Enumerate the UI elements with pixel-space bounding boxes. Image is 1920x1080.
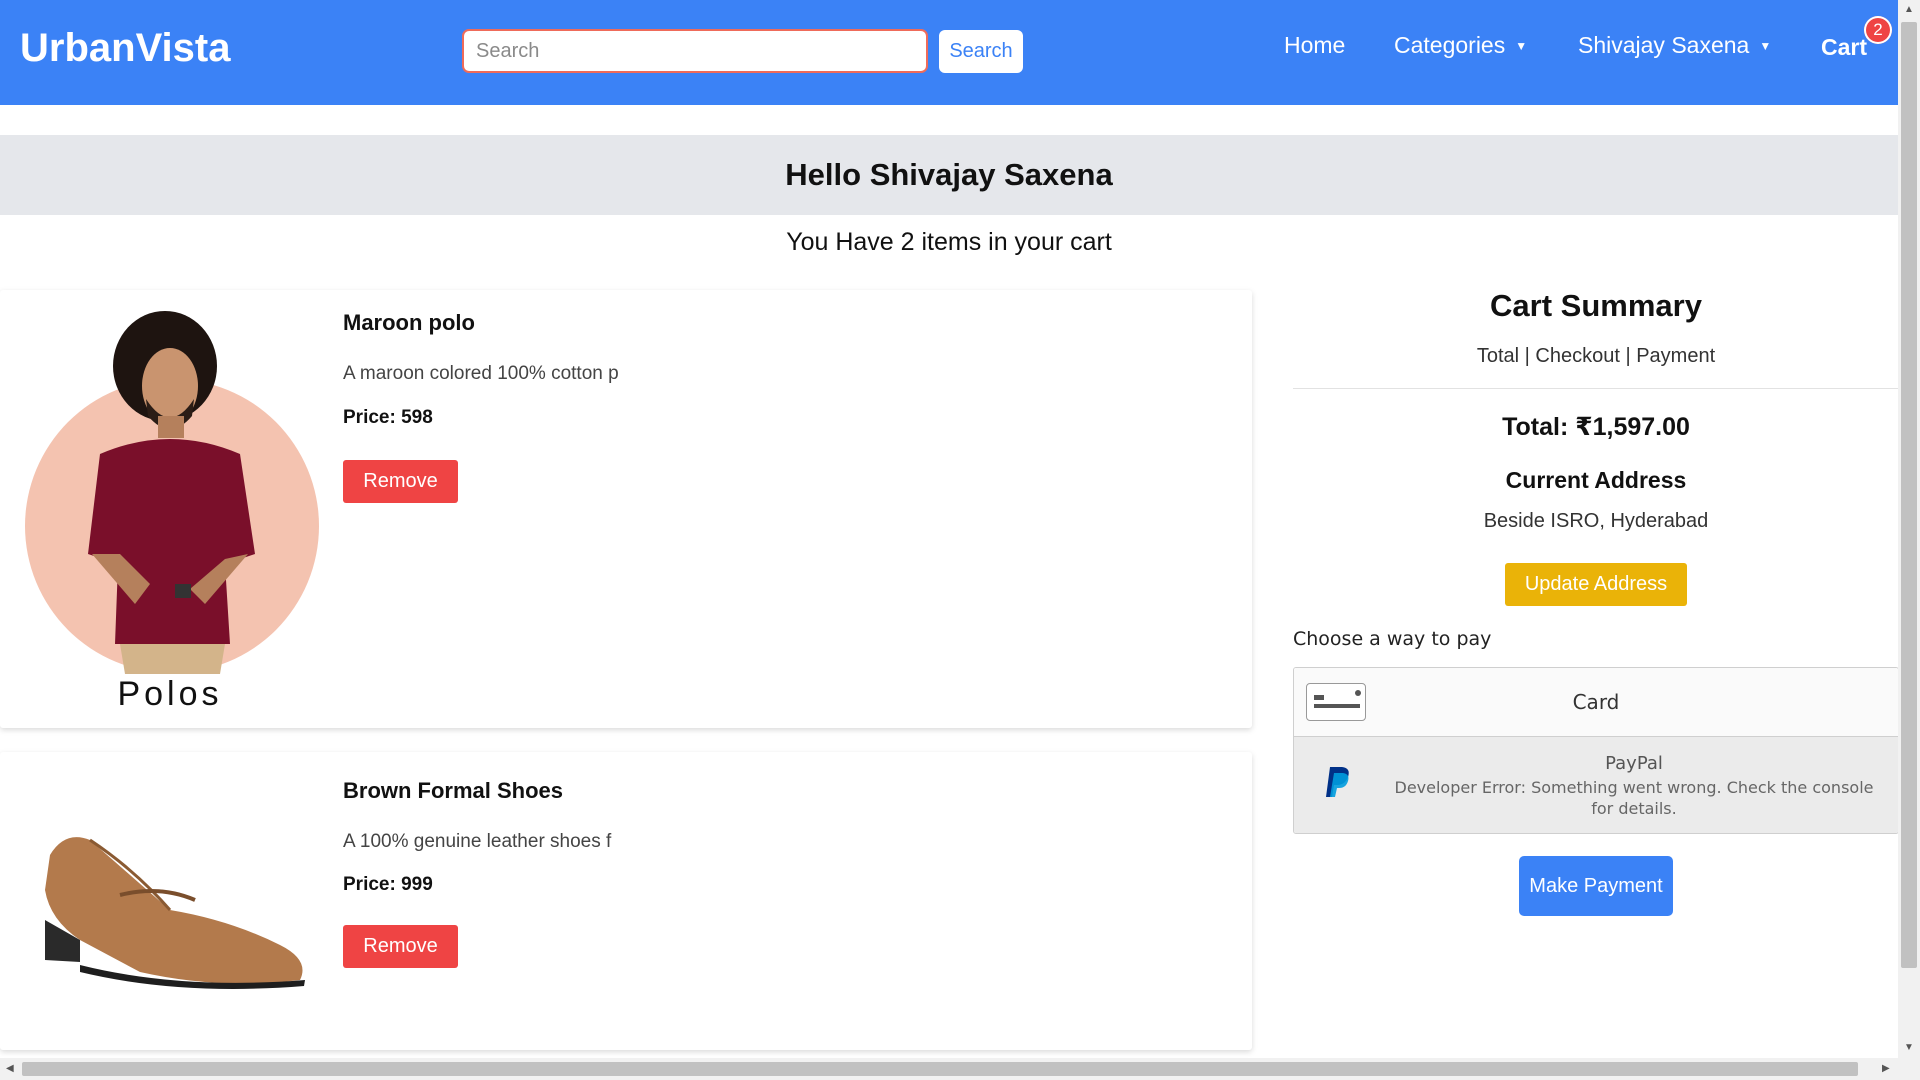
scroll-left-icon[interactable]: ◀ xyxy=(6,1063,14,1074)
cart-count-text: You Have 2 items in your cart xyxy=(786,228,1112,256)
scroll-up-icon[interactable]: ▲ xyxy=(1904,4,1914,15)
maroon-polo-image xyxy=(25,311,319,674)
nav-categories-label: Categories xyxy=(1394,32,1506,58)
nav-cart-label: Cart xyxy=(1821,34,1868,60)
update-address-button[interactable]: Update Address xyxy=(1505,563,1687,606)
product-description: A maroon colored 100% cotton p xyxy=(343,363,619,384)
horizontal-scroll-thumb[interactable] xyxy=(22,1062,1858,1076)
payment-methods: Card PayPal Developer Error: Something w… xyxy=(1293,667,1899,834)
cart-count-badge: 2 xyxy=(1864,16,1892,44)
scroll-right-icon[interactable]: ▶ xyxy=(1882,1063,1890,1074)
brand-logo[interactable]: UrbanVista xyxy=(20,26,230,71)
nav-user-label: Shivajay Saxena xyxy=(1578,32,1750,58)
current-address: Beside ISRO, Hyderabad xyxy=(1483,510,1709,532)
caret-down-icon: ▼ xyxy=(1515,38,1528,53)
make-payment-button[interactable]: Make Payment xyxy=(1519,856,1673,916)
product-name: Maroon polo xyxy=(343,310,475,335)
cart-summary-title: Cart Summary xyxy=(1490,288,1702,323)
cart-item-card: Polos Maroon polo A maroon colored 100% … xyxy=(0,290,1252,728)
cart-item-card: Brown Formal Shoes A 100% genuine leathe… xyxy=(0,752,1252,1050)
greeting-heading: Hello Shivajay Saxena xyxy=(785,157,1113,192)
card-label: Card xyxy=(1572,690,1620,714)
paypal-label: PayPal xyxy=(1605,753,1663,774)
payment-method-card[interactable]: Card xyxy=(1294,668,1898,737)
paypal-icon xyxy=(1326,767,1349,797)
product-image-caption: Polos xyxy=(117,675,223,713)
product-description: A 100% genuine leather shoes f xyxy=(343,831,612,852)
remove-button[interactable]: Remove xyxy=(343,460,458,503)
search-input[interactable] xyxy=(462,29,928,73)
nav-home-label: Home xyxy=(1284,32,1346,58)
greeting-banner: Hello Shivajay Saxena xyxy=(0,135,1898,215)
brown-shoes-image xyxy=(45,837,305,989)
search-button[interactable]: Search xyxy=(939,30,1023,73)
top-navbar: UrbanVista Search Home Categories ▼ Shiv… xyxy=(0,0,1898,105)
horizontal-scrollbar[interactable]: ◀ ▶ xyxy=(0,1058,1898,1080)
vertical-scroll-thumb[interactable] xyxy=(1901,22,1917,968)
payment-prompt: Choose a way to pay xyxy=(1293,628,1492,650)
product-name: Brown Formal Shoes xyxy=(343,778,564,803)
nav-home[interactable]: Home xyxy=(1284,32,1345,59)
scroll-down-icon[interactable]: ▼ xyxy=(1904,1042,1914,1053)
nav-categories-dropdown[interactable]: Categories ▼ xyxy=(1394,32,1527,59)
paypal-error-message: Developer Error: Something went wrong. C… xyxy=(1394,778,1874,818)
nav-cart[interactable]: Cart xyxy=(1821,34,1867,61)
address-heading: Current Address xyxy=(1505,467,1687,493)
summary-divider xyxy=(1293,388,1899,389)
caret-down-icon: ▼ xyxy=(1759,38,1772,53)
payment-method-paypal[interactable]: PayPal Developer Error: Something went w… xyxy=(1294,737,1898,833)
vertical-scrollbar[interactable]: ▲ ▼ xyxy=(1898,0,1920,1080)
remove-button[interactable]: Remove xyxy=(343,925,458,968)
nav-user-dropdown[interactable]: Shivajay Saxena ▼ xyxy=(1578,32,1771,59)
product-price: Price: 999 xyxy=(343,874,433,895)
product-price: Price: 598 xyxy=(343,407,433,428)
cart-summary-subtitle: Total | Checkout | Payment xyxy=(1476,345,1716,367)
cart-total: Total: ₹1,597.00 xyxy=(1502,413,1690,441)
